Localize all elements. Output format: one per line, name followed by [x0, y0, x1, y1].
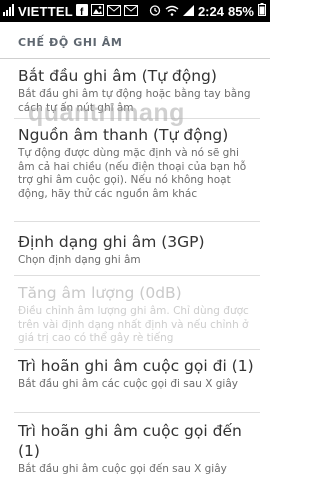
battery-icon: [258, 3, 266, 19]
setting-summary: Tự động được dùng mặc định và nó sẽ ghi …: [18, 147, 247, 200]
setting-title: Nguồn âm thanh (Tự động): [18, 126, 229, 144]
alarm-clock-icon: [149, 4, 161, 19]
setting-title: Trì hoãn ghi âm cuộc gọi đến (1): [18, 422, 242, 460]
setting-summary: Bắt đầu ghi âm các cuộc gọi đi sau X giâ…: [18, 378, 238, 390]
wifi-icon: [165, 4, 179, 19]
carrier-name: VIETTEL: [18, 3, 73, 19]
status-bar: VIETTEL f 2:24 85%: [0, 0, 270, 22]
setting-start-recording[interactable]: Bắt đầu ghi âm (Tự động) Bắt đầu ghi âm …: [18, 66, 258, 115]
signal-icon: [182, 4, 194, 19]
setting-outgoing-delay[interactable]: Trì hoãn ghi âm cuộc gọi đi (1) Bắt đầu …: [18, 356, 258, 392]
image-icon: [90, 3, 104, 19]
divider: [14, 221, 260, 222]
facebook-icon: f: [75, 3, 88, 19]
divider: [14, 349, 260, 350]
clock-time: 2:24: [197, 3, 224, 19]
setting-audio-source[interactable]: Nguồn âm thanh (Tự động) Tự động được dù…: [18, 125, 258, 201]
section-header: CHẾ ĐỘ GHI ÂM: [18, 36, 123, 49]
setting-recording-format[interactable]: Định dạng ghi âm (3GP) Chọn định dạng gh…: [18, 232, 258, 268]
battery-level: 85%: [227, 3, 254, 19]
mail-icon: [106, 4, 121, 19]
setting-summary: Bắt đầu ghi âm tự động hoặc bằng tay bằn…: [18, 88, 251, 114]
setting-summary: Chọn định dạng ghi âm: [18, 254, 141, 266]
divider: [14, 412, 260, 413]
setting-title: Trì hoãn ghi âm cuộc gọi đi (1): [18, 357, 254, 375]
setting-title: Bắt đầu ghi âm (Tự động): [18, 67, 217, 85]
divider: [14, 118, 260, 119]
setting-summary: Bắt đầu ghi âm cuộc gọi đến sau X giây: [18, 463, 227, 475]
divider: [14, 275, 260, 276]
setting-title: Tăng âm lượng (0dB): [18, 284, 182, 302]
setting-incoming-delay[interactable]: Trì hoãn ghi âm cuộc gọi đến (1) Bắt đầu…: [18, 421, 258, 477]
header-divider: [0, 58, 270, 59]
setting-title: Định dạng ghi âm (3GP): [18, 233, 205, 251]
signal-icon: [3, 3, 15, 19]
setting-summary: Điều chỉnh âm lượng ghi âm. Chỉ dùng đượ…: [18, 305, 249, 344]
mail-icon: [123, 4, 138, 19]
setting-volume-boost: Tăng âm lượng (0dB) Điều chỉnh âm lượng …: [18, 283, 258, 346]
